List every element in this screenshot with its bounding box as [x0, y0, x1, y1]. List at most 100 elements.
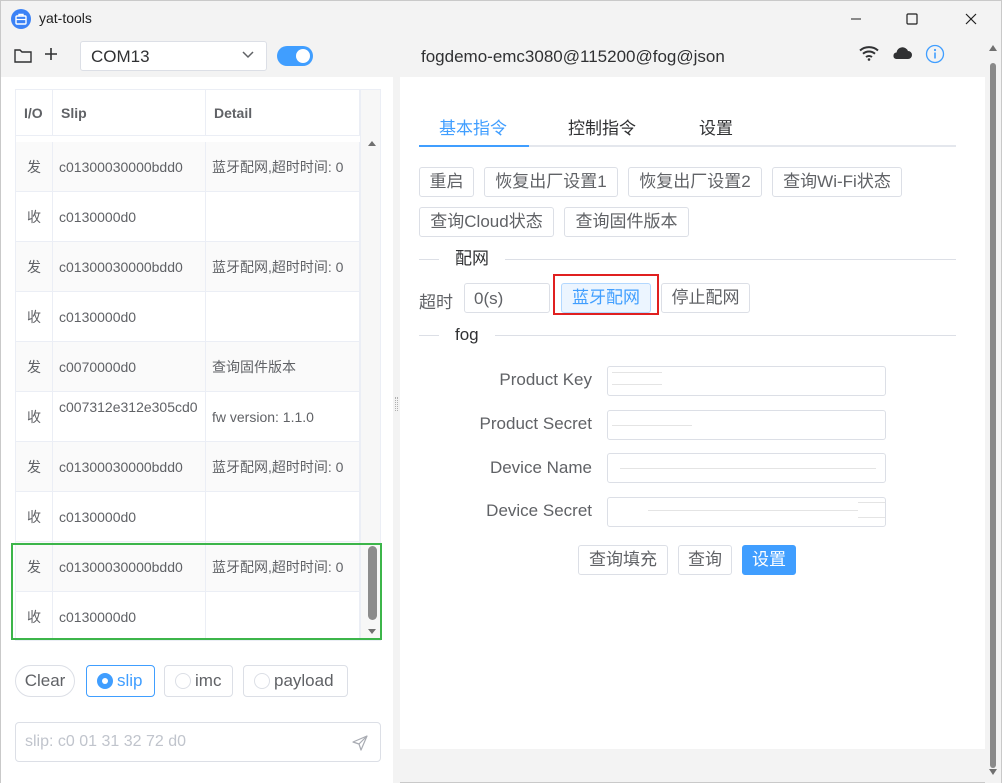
redaction-mark [620, 468, 876, 469]
cell-detail [206, 292, 360, 342]
cell-io: 收 [16, 592, 53, 640]
timeout-input-value: 0(s) [474, 289, 504, 308]
chevron-down-icon [242, 51, 254, 59]
table-row[interactable]: 发 c01300030000bdd0 蓝牙配网,超时时间: 0 [16, 542, 360, 592]
device-name-input[interactable] [607, 453, 886, 483]
table-row[interactable]: 发 c01300030000bdd0 蓝牙配网,超时时间: 0 [16, 242, 360, 292]
factory-reset-2-button[interactable]: 恢复出厂设置2 [628, 167, 762, 197]
log-table: I/O Slip Detail 发 c01300030000bdd0 蓝牙配网,… [15, 89, 381, 641]
table-row[interactable]: 收 c0130000d0 [16, 492, 360, 542]
tab-basic-commands[interactable]: 基本指令 [439, 114, 507, 139]
ble-provision-button[interactable]: 蓝牙配网 [561, 283, 651, 313]
redaction-mark [612, 425, 692, 426]
cell-io: 收 [16, 192, 53, 242]
log-scroll-thumb[interactable] [368, 546, 377, 620]
cell-detail [206, 592, 360, 640]
send-icon[interactable] [352, 735, 368, 751]
redaction-mark [648, 510, 858, 511]
scroll-down-icon[interactable] [989, 769, 997, 775]
minimize-button[interactable] [827, 1, 885, 37]
column-header-slip[interactable]: Slip [53, 90, 206, 136]
cell-io: 发 [16, 142, 53, 192]
radio-unchecked-icon [254, 673, 270, 689]
query-cloud-status-button[interactable]: 查询Cloud状态 [419, 207, 554, 237]
tab-control-commands[interactable]: 控制指令 [568, 114, 636, 139]
maximize-icon [906, 13, 918, 25]
device-secret-input[interactable] [607, 497, 886, 527]
query-button[interactable]: 查询 [678, 545, 732, 575]
port-select[interactable]: COM13 [80, 41, 267, 71]
column-header-io[interactable]: I/O [16, 90, 53, 136]
filter-radio-payload[interactable]: payload [243, 665, 348, 697]
connection-info: fogdemo-emc3080@115200@fog@json [421, 47, 725, 66]
redaction-mark [858, 517, 885, 518]
page-scroll-thumb[interactable] [990, 63, 996, 768]
stop-provision-button[interactable]: 停止配网 [661, 283, 750, 313]
tab-settings[interactable]: 设置 [699, 114, 733, 139]
fog-section-title: fog [439, 325, 495, 345]
product-secret-input[interactable] [607, 410, 886, 440]
toggle-knob [296, 49, 310, 63]
radio-unchecked-icon [175, 673, 191, 689]
cell-slip: c0130000d0 [53, 592, 206, 640]
log-panel: I/O Slip Detail 发 c01300030000bdd0 蓝牙配网,… [1, 77, 393, 783]
cell-detail [206, 492, 360, 542]
table-row[interactable]: 发 c01300030000bdd0 蓝牙配网,超时时间: 0 [16, 142, 360, 192]
cell-detail: 蓝牙配网,超时时间: 0 [206, 142, 360, 192]
cell-slip: c01300030000bdd0 [53, 142, 206, 192]
table-row[interactable]: 收 c0130000d0 [16, 292, 360, 342]
scroll-up-icon[interactable] [989, 45, 997, 51]
scroll-up-icon[interactable] [367, 140, 377, 147]
minimize-icon [851, 18, 861, 20]
cell-io: 发 [16, 542, 53, 592]
filter-radio-label: slip [117, 671, 143, 690]
redaction-mark [858, 502, 885, 503]
redaction-mark [612, 384, 662, 385]
clear-button[interactable]: Clear [15, 665, 75, 697]
fog-section: fog [419, 325, 956, 345]
cell-detail: 蓝牙配网,超时时间: 0 [206, 542, 360, 592]
title-bar: yat-tools [1, 1, 1001, 37]
open-folder-button[interactable] [14, 48, 32, 68]
cell-detail: 蓝牙配网,超时时间: 0 [206, 242, 360, 292]
set-button[interactable]: 设置 [742, 545, 796, 575]
device-name-label: Device Name [489, 458, 592, 477]
column-header-detail[interactable]: Detail [206, 90, 360, 136]
device-secret-label: Device Secret [486, 501, 592, 520]
query-fill-button[interactable]: 查询填充 [578, 545, 668, 575]
page-scrollbar[interactable] [985, 41, 1001, 783]
cell-io: 发 [16, 242, 53, 292]
log-scrollbar[interactable] [360, 90, 380, 640]
cell-detail: 查询固件版本 [206, 342, 360, 392]
query-wifi-status-button[interactable]: 查询Wi-Fi状态 [772, 167, 902, 197]
query-firmware-version-button[interactable]: 查询固件版本 [564, 207, 689, 237]
reboot-button[interactable]: 重启 [419, 167, 474, 197]
table-row[interactable]: 收 c007312e312e305cd0 fw version: 1.1.0 [16, 392, 360, 442]
table-row[interactable]: 收 c0130000d0 [16, 592, 360, 640]
factory-reset-1-button[interactable]: 恢复出厂设置1 [484, 167, 618, 197]
connect-toggle[interactable] [277, 46, 313, 66]
add-button[interactable] [43, 46, 59, 67]
maximize-button[interactable] [883, 1, 941, 37]
scroll-down-icon[interactable] [367, 628, 377, 635]
app-logo-icon [11, 9, 31, 29]
timeout-input[interactable]: 0(s) [464, 283, 550, 313]
panel-splitter[interactable] [393, 77, 400, 783]
product-secret-label: Product Secret [479, 414, 592, 433]
section-divider [419, 335, 956, 336]
send-input[interactable]: slip: c0 01 31 32 72 d0 [15, 722, 381, 762]
close-button[interactable] [942, 1, 1000, 37]
info-button[interactable] [925, 44, 945, 69]
table-row[interactable]: 发 c0070000d0 查询固件版本 [16, 342, 360, 392]
log-table-header: I/O Slip Detail [16, 90, 360, 136]
table-row[interactable]: 收 c0130000d0 [16, 192, 360, 242]
table-row[interactable]: 发 c01300030000bdd0 蓝牙配网,超时时间: 0 [16, 442, 360, 492]
cell-slip: c007312e312e305cd0 [53, 392, 206, 442]
cell-io: 收 [16, 492, 53, 542]
redaction-mark [612, 372, 662, 373]
cell-io: 发 [16, 442, 53, 492]
product-key-input[interactable] [607, 366, 886, 396]
filter-radio-imc[interactable]: imc [164, 665, 233, 697]
window-title: yat-tools [39, 10, 92, 26]
filter-radio-slip[interactable]: slip [86, 665, 155, 697]
